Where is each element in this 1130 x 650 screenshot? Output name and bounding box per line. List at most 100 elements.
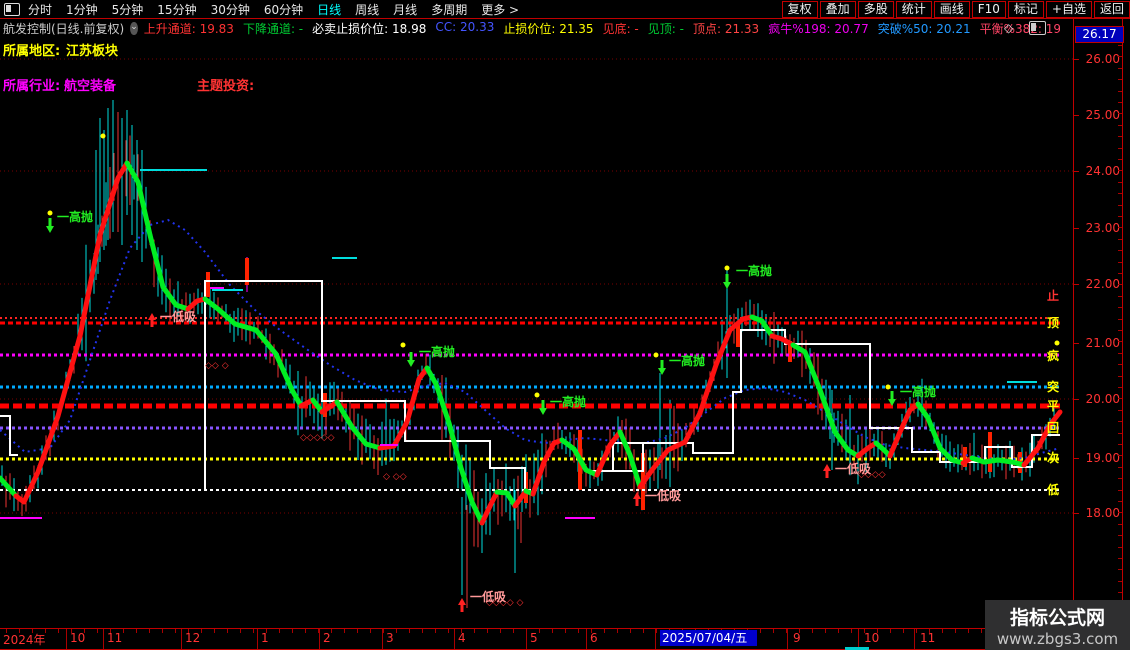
- week-tick: [903, 629, 904, 633]
- axis-minor-tick: [1118, 250, 1122, 251]
- level-label-平: 平: [1046, 399, 1059, 413]
- week-tick: [84, 629, 85, 633]
- dixi-label-2: 一低吸: [645, 488, 682, 503]
- month-separator: [914, 629, 915, 649]
- week-tick: [448, 629, 449, 633]
- watermark-url: www.zbgs3.com: [996, 630, 1119, 648]
- week-tick: [344, 629, 345, 633]
- week-tick: [864, 629, 865, 633]
- week-tick: [331, 629, 332, 633]
- axis-minor-tick: [1118, 410, 1122, 411]
- month-separator: [787, 629, 788, 649]
- price-tick: [1073, 228, 1079, 229]
- axis-minor-tick: [1118, 467, 1122, 468]
- gaopao-dot: [653, 352, 659, 358]
- dixi-label-1: 一低吸: [470, 589, 507, 604]
- axis-minor-tick: [1118, 170, 1122, 171]
- gaopao-label-1: 一高抛: [419, 344, 455, 359]
- week-tick: [578, 629, 579, 633]
- axis-minor-tick: [1118, 205, 1122, 206]
- week-tick: [513, 629, 514, 633]
- week-tick: [955, 629, 956, 633]
- sell-arrow-icon: [658, 368, 666, 375]
- axis-minor-tick: [1118, 307, 1122, 308]
- axis-minor-tick: [1118, 569, 1122, 570]
- gaopao-dot: [534, 392, 540, 398]
- diamond-marks: ◇◇ ◇: [205, 361, 229, 371]
- week-tick: [32, 629, 33, 633]
- axis-minor-tick: [1118, 262, 1122, 263]
- month-label-6: 4: [458, 631, 466, 645]
- buy-arrow-icon: [633, 492, 641, 499]
- level-label-回: 回: [1046, 421, 1059, 435]
- axis-minor-tick: [1118, 512, 1122, 513]
- week-tick: [357, 629, 358, 633]
- week-tick: [409, 629, 410, 633]
- axis-minor-tick: [1118, 353, 1122, 354]
- main-line-red: [594, 429, 623, 478]
- axis-minor-tick: [1118, 227, 1122, 228]
- month-label-7: 5: [530, 631, 538, 645]
- week-tick: [643, 629, 644, 633]
- price-label-22.00: 22.00: [1085, 277, 1120, 291]
- week-tick: [175, 629, 176, 633]
- sell-arrow-icon: [723, 282, 731, 289]
- axis-minor-tick: [1118, 193, 1122, 194]
- price-label-24.00: 24.00: [1085, 164, 1120, 178]
- gaopao-label-2: 一高抛: [550, 394, 586, 409]
- week-tick: [630, 629, 631, 633]
- week-tick: [383, 629, 384, 633]
- axis-minor-tick: [1118, 216, 1122, 217]
- axis-minor-tick: [1118, 501, 1122, 502]
- crosshair-date-box: 2025/07/04/五: [660, 630, 757, 646]
- week-tick: [461, 629, 462, 633]
- week-tick: [474, 629, 475, 633]
- month-label-1: 11: [107, 631, 123, 645]
- level-label-次: 次: [1046, 451, 1059, 465]
- week-tick: [929, 629, 930, 633]
- axis-minor-tick: [1118, 524, 1122, 525]
- main-line-red: [855, 440, 879, 459]
- week-tick: [487, 629, 488, 633]
- month-separator: [454, 629, 455, 649]
- week-tick: [58, 629, 59, 633]
- axis-minor-tick: [1118, 387, 1122, 388]
- week-tick: [45, 629, 46, 633]
- week-tick: [240, 629, 241, 633]
- axis-minor-tick: [1118, 102, 1122, 103]
- main-line-green: [202, 296, 304, 409]
- buy-arrow-icon: [823, 464, 831, 471]
- week-tick: [825, 629, 826, 633]
- week-tick: [162, 629, 163, 633]
- week-tick: [201, 629, 202, 633]
- axis-minor-tick: [1118, 455, 1122, 456]
- week-tick: [565, 629, 566, 633]
- app-window: 分时 1分钟 5分钟 15分钟 30分钟 60分钟 日线 周线 月线 多周期 更多 > 复权 叠加 多股…: [0, 0, 1130, 650]
- current-price-badge: 26.17: [1075, 26, 1124, 43]
- price-tick: [1073, 513, 1079, 514]
- main-line-green: [790, 342, 861, 459]
- time-axis[interactable]: 2024年 2025/07/04/五 101112123456791011: [0, 628, 1130, 650]
- week-tick: [214, 629, 215, 633]
- week-tick: [266, 629, 267, 633]
- gaopao-label-0: 一高抛: [57, 209, 93, 224]
- axis-minor-tick: [1118, 296, 1122, 297]
- axis-minor-tick: [1118, 547, 1122, 548]
- axis-minor-tick: [1118, 376, 1122, 377]
- week-tick: [773, 629, 774, 633]
- week-tick: [942, 629, 943, 633]
- month-label-2: 12: [185, 631, 201, 645]
- week-tick: [19, 629, 20, 633]
- price-chart[interactable]: ◇◇ ◇◇◇◇◇◇◇ ◇◇◇◇◇◇ ◇◇◇◇◇一高抛一高抛一高抛一高抛一高抛一高…: [0, 0, 1130, 650]
- axis-minor-tick: [1118, 364, 1122, 365]
- month-separator: [66, 629, 67, 649]
- level-label-顶: 顶: [1046, 316, 1059, 330]
- price-label-25.00: 25.00: [1085, 108, 1120, 122]
- axis-minor-tick: [1118, 341, 1122, 342]
- price-tick: [1073, 399, 1079, 400]
- week-tick: [396, 629, 397, 633]
- axis-minor-tick: [1118, 444, 1122, 445]
- axis-minor-tick: [1118, 592, 1122, 593]
- week-tick: [188, 629, 189, 633]
- week-tick: [370, 629, 371, 633]
